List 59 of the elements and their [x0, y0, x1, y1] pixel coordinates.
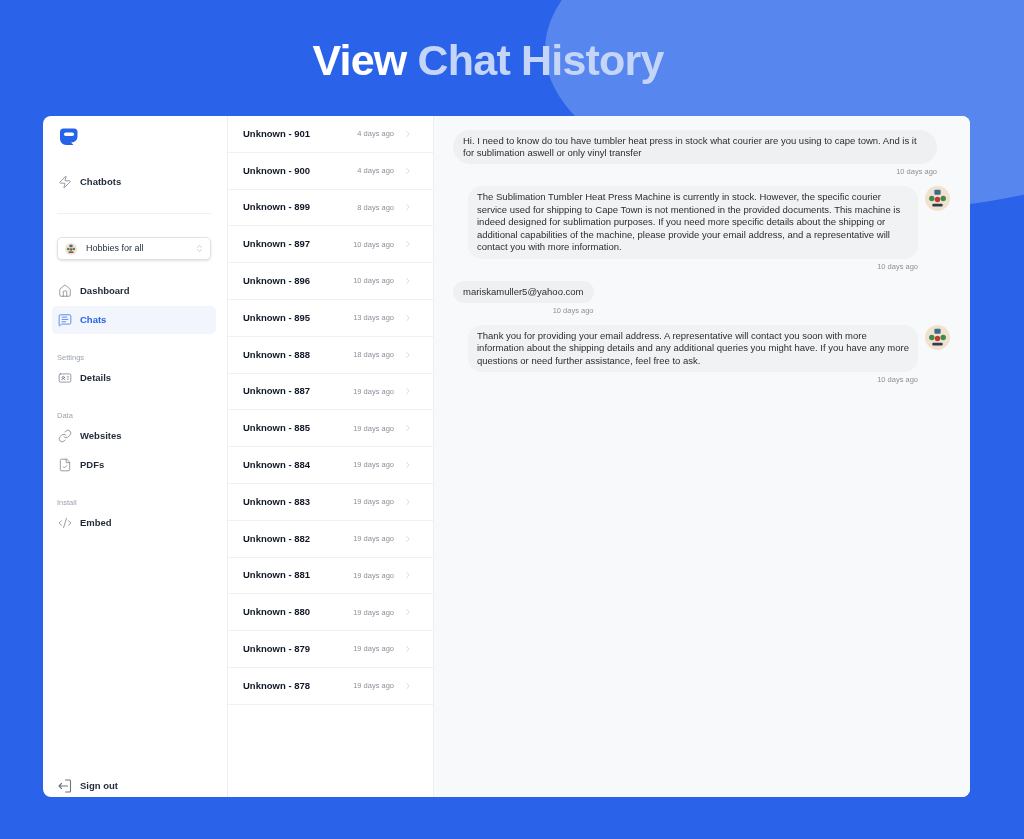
- contact-name: Unknown - 885: [243, 421, 311, 436]
- page-title: View Chat History: [312, 36, 664, 84]
- chevron-right-icon: [403, 165, 413, 176]
- chevron-right-icon: [403, 460, 413, 471]
- chevron-right-icon: [403, 644, 413, 655]
- chevron-right-icon: [403, 533, 413, 544]
- contact-name: Unknown - 899: [243, 200, 311, 215]
- avatar-icon: [925, 186, 950, 211]
- chevron-right-icon: [403, 276, 413, 287]
- contact-name: Unknown - 883: [243, 494, 311, 509]
- chat-bubble-icon: [58, 313, 72, 327]
- nav-item[interactable]: Websites: [52, 422, 216, 450]
- chatbot-select[interactable]: Hobbies for all: [57, 237, 211, 260]
- sign-out-icon: [58, 779, 72, 793]
- chatbots-link[interactable]: Chatbots: [52, 168, 216, 196]
- contact-name: Unknown - 881: [243, 568, 311, 583]
- contact-name: Unknown - 882: [243, 531, 311, 546]
- nav-item[interactable]: Details: [52, 364, 216, 392]
- contact-name: Unknown - 897: [243, 237, 311, 252]
- contact-name: Unknown - 888: [243, 347, 311, 362]
- nav-item[interactable]: Dashboard: [52, 277, 216, 305]
- message-bubble: Hi. I need to know do tou have tumbler heat press in stock what courier are you using to cape town. And is it for sublimation aswell or only vinyl transfer: [453, 130, 937, 164]
- logo-icon: [60, 127, 78, 145]
- contact-name: Unknown - 880: [243, 605, 311, 620]
- sign-out-link[interactable]: Sign out: [52, 775, 216, 797]
- chevron-right-icon: [403, 128, 413, 139]
- nav-item[interactable]: PDFs: [52, 451, 216, 479]
- chevron-right-icon: [403, 496, 413, 507]
- chevron-right-icon: [403, 312, 413, 323]
- chevron-right-icon: [403, 386, 413, 397]
- message-bubble: Thank you for providing your email address. A representative will contact you soon with more information about the shipping details and any additional queries you might have. If you have any more questions or need further assistance, feel free to ask.: [468, 324, 918, 372]
- contact-name: Unknown - 895: [243, 310, 311, 325]
- chevron-right-icon: [403, 423, 413, 434]
- contact-name: Unknown - 879: [243, 641, 311, 656]
- lightning-icon: [58, 175, 72, 189]
- chevron-right-icon: [403, 607, 413, 618]
- message-bubble: mariskamuller5@yahoo.com: [453, 280, 594, 303]
- message-bubble: The Sublimation Tumbler Heat Press Machine is currently in stock. However, the specific courier service used for shipping to Cape Town is not mentioned in the provided documents. This machine is indeed designed for sublimation purposes. If you need more specific details about the shipping or additional capabilities of the machine, please provide your email address, and a representative will contact you with more information.: [468, 186, 918, 259]
- nav-item[interactable]: Embed: [52, 509, 216, 537]
- contact-name: Unknown - 878: [243, 678, 311, 693]
- chevron-right-icon: [403, 570, 413, 581]
- contact-name: Unknown - 884: [243, 457, 311, 472]
- avatar-icon: [925, 324, 950, 350]
- chevron-right-icon: [403, 239, 413, 250]
- chevron-right-icon: [403, 680, 413, 691]
- contact-name: Unknown - 896: [243, 273, 311, 288]
- chevron-up-down-icon: [195, 244, 204, 253]
- contact-name: Unknown - 901: [243, 126, 311, 141]
- id-card-icon: [58, 371, 72, 385]
- file-check-icon: [58, 458, 72, 472]
- contact-name: Unknown - 900: [243, 163, 311, 178]
- chevron-right-icon: [403, 349, 413, 360]
- avatar-icon: [65, 242, 77, 255]
- nav-item[interactable]: Chats: [52, 306, 216, 334]
- home-icon: [58, 284, 72, 298]
- code-icon: [58, 516, 72, 530]
- link-icon: [58, 429, 72, 443]
- contact-name: Unknown - 887: [243, 384, 311, 399]
- chevron-right-icon: [403, 202, 413, 213]
